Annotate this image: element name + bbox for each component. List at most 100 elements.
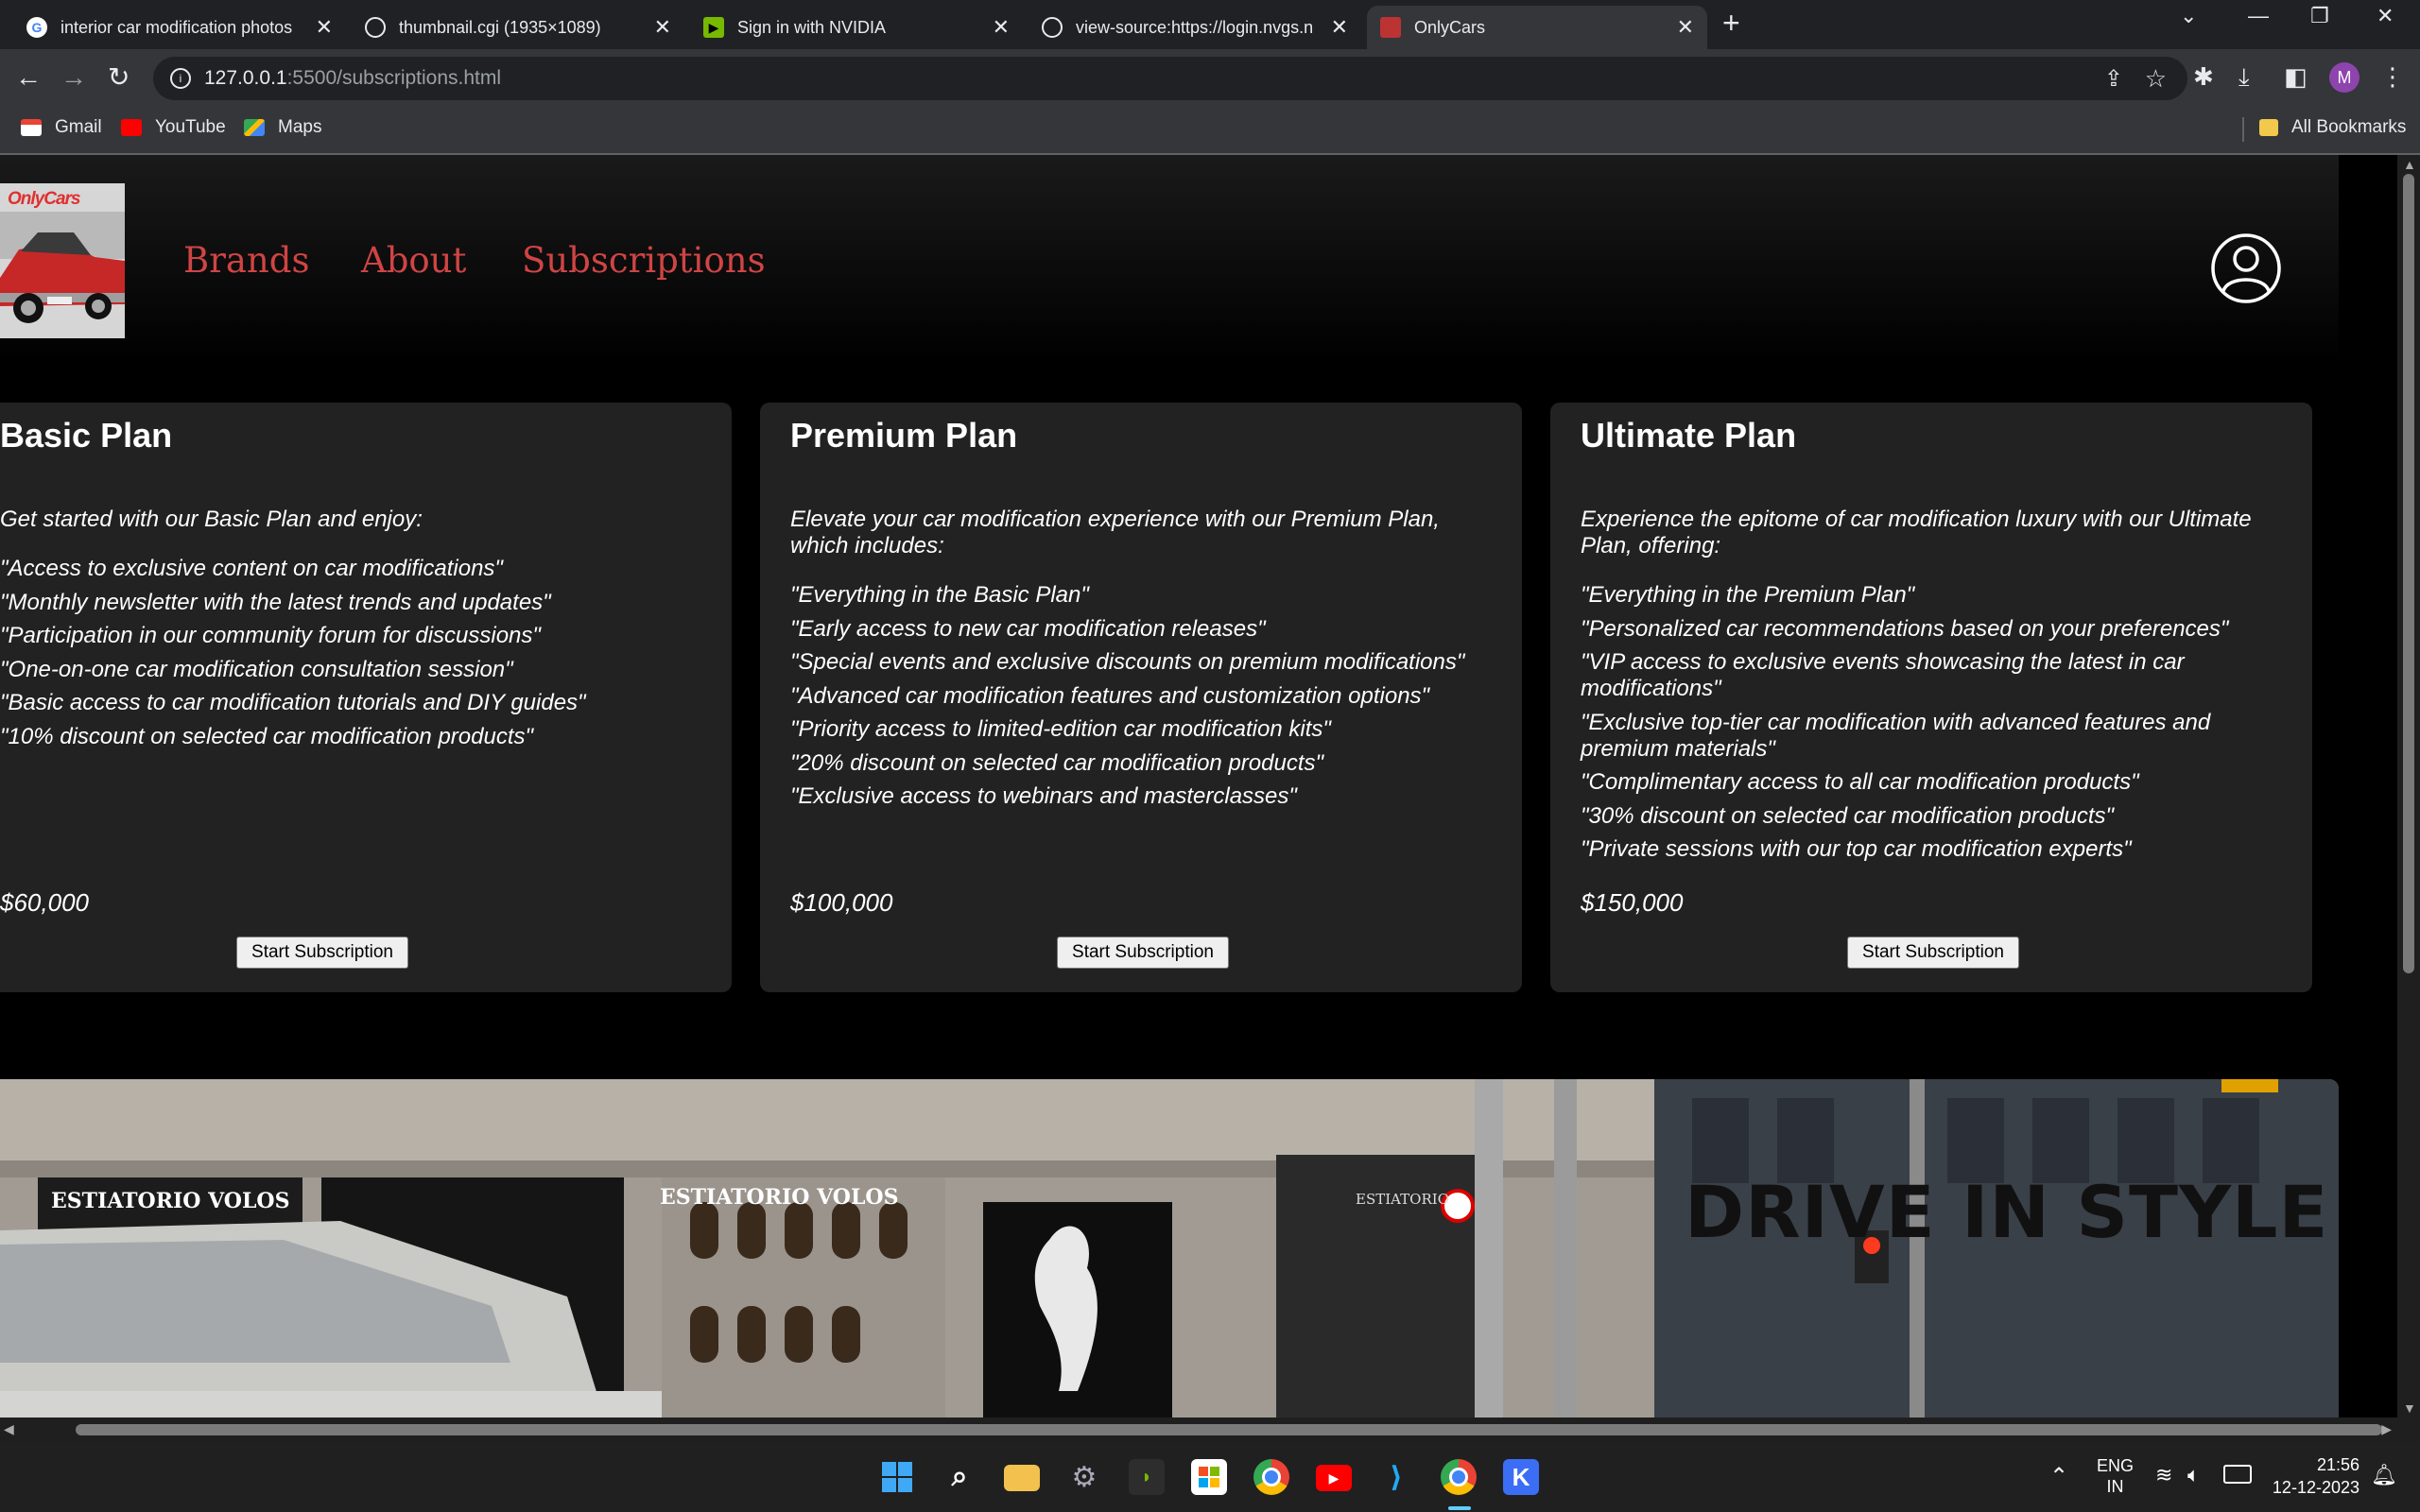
- plan-feature: "20% discount on selected car modificati…: [790, 749, 1324, 776]
- scroll-right-arrow-icon[interactable]: ▶: [2381, 1421, 2392, 1437]
- plan-features: "Everything in the Basic Plan" "Early ac…: [790, 582, 1509, 817]
- reload-button[interactable]: ↻: [108, 59, 130, 96]
- plan-feature: "Access to exclusive content on car modi…: [0, 556, 503, 581]
- extensions-icon[interactable]: ✱: [2193, 62, 2214, 91]
- plan-title: Premium Plan: [790, 416, 1018, 455]
- start-subscription-button[interactable]: Start Subscription: [236, 936, 408, 969]
- tab-thumbnail[interactable]: thumbnail.cgi (1935×1089) ✕: [352, 6, 684, 49]
- scrollbar-thumb[interactable]: [76, 1424, 2382, 1435]
- address-bar[interactable]: i 127.0.0.1:5500/subscriptions.html ⇪ ☆: [153, 57, 2187, 100]
- start-icon[interactable]: [879, 1459, 915, 1495]
- vertical-scrollbar[interactable]: ▲ ▼: [2397, 155, 2420, 1418]
- plan-feature: "Advanced car modification features and …: [790, 682, 1430, 709]
- plan-price: $100,000: [790, 888, 893, 917]
- site-info-icon[interactable]: i: [170, 68, 191, 89]
- close-window-button[interactable]: ✕: [2377, 4, 2394, 28]
- scrollbar-thumb[interactable]: [2403, 174, 2414, 973]
- menu-icon[interactable]: ⋮: [2380, 62, 2405, 91]
- wifi-icon[interactable]: ≋: [2155, 1463, 2172, 1487]
- tab-nvidia[interactable]: ▶ Sign in with NVIDIA ✕: [690, 6, 1023, 49]
- profile-avatar[interactable]: M: [2329, 62, 2360, 93]
- horizontal-scrollbar[interactable]: ◀ ▶: [0, 1418, 2420, 1442]
- plan-feature: "Private sessions with our top car modif…: [1581, 836, 2132, 862]
- k-app-icon[interactable]: K: [1503, 1459, 1539, 1495]
- minimize-button[interactable]: —: [2248, 4, 2269, 28]
- chrome-profile-icon[interactable]: [1441, 1459, 1477, 1495]
- globe-icon: [1042, 17, 1063, 38]
- plan-feature: "Complimentary access to all car modific…: [1581, 769, 2139, 795]
- nav-subscriptions[interactable]: Subscriptions: [522, 240, 766, 281]
- close-tab-icon[interactable]: ✕: [316, 15, 333, 40]
- all-bookmarks-label: All Bookmarks: [2291, 117, 2407, 137]
- scroll-up-arrow-icon[interactable]: ▲: [2403, 157, 2416, 172]
- language-indicator[interactable]: ENG IN: [2097, 1455, 2134, 1497]
- tab-onlycars[interactable]: OnlyCars ✕: [1367, 6, 1707, 49]
- nav-about[interactable]: About: [361, 240, 466, 281]
- tab-strip: G interior car modification photos ✕ thu…: [0, 0, 2420, 49]
- globe-icon: [365, 17, 386, 38]
- new-tab-button[interactable]: +: [1722, 6, 1740, 40]
- nvidia-icon: ▶: [703, 17, 724, 38]
- plan-card-basic: Basic Plan Get started with our Basic Pl…: [0, 403, 732, 992]
- bookmark-gmail[interactable]: Gmail: [21, 117, 102, 138]
- tab-view-source[interactable]: view-source:https://login.nvgs.n ✕: [1028, 6, 1361, 49]
- plan-feature: "Special events and exclusive discounts …: [790, 649, 1465, 675]
- clock[interactable]: 21:56 12-12-2023: [2269, 1453, 2360, 1499]
- close-tab-icon[interactable]: ✕: [993, 15, 1010, 40]
- tray-chevron-icon[interactable]: ⌃: [2049, 1463, 2068, 1490]
- tab-title: Sign in with NVIDIA: [737, 17, 887, 37]
- active-app-indicator: [1448, 1506, 1471, 1510]
- all-bookmarks[interactable]: All Bookmarks: [2259, 117, 2406, 138]
- bookmark-maps[interactable]: Maps: [244, 117, 321, 138]
- bookmark-star-icon[interactable]: ☆: [2145, 64, 2167, 94]
- plan-feature: "10% discount on selected car modificati…: [0, 723, 534, 749]
- maps-icon: [244, 119, 265, 136]
- tab-google-search[interactable]: G interior car modification photos ✕: [13, 6, 346, 49]
- file-explorer-icon[interactable]: [1004, 1465, 1040, 1491]
- settings-icon[interactable]: ⚙: [1066, 1459, 1102, 1495]
- nvidia-app-icon[interactable]: ◗: [1129, 1459, 1165, 1495]
- tab-search-chevron-icon[interactable]: ⌄: [2180, 4, 2197, 28]
- battery-icon[interactable]: [2223, 1465, 2252, 1484]
- nav-brands[interactable]: Brands: [183, 240, 309, 281]
- scroll-down-arrow-icon[interactable]: ▼: [2403, 1400, 2416, 1416]
- downloads-icon[interactable]: ⤓: [2238, 62, 2250, 91]
- restaurant-sign: ESTIATORIO VOLOS: [51, 1189, 290, 1213]
- notification-bell-icon[interactable]: 🔔︎: [2371, 1463, 2397, 1487]
- plan-price: $150,000: [1581, 888, 1684, 917]
- bookmark-youtube[interactable]: YouTube: [121, 117, 226, 138]
- logo-text: OnlyCars: [8, 189, 80, 209]
- bookmark-label: Maps: [278, 117, 322, 137]
- plan-feature: "Participation in our community forum fo…: [0, 623, 541, 648]
- forward-button[interactable]: →: [60, 59, 87, 96]
- restaurant-sign: ESTIATORIO VOLOS: [660, 1185, 899, 1210]
- plan-intro: Get started with our Basic Plan and enjo…: [0, 507, 423, 532]
- tab-title: interior car modification photos: [60, 17, 293, 37]
- side-panel-icon[interactable]: ◧: [2284, 62, 2308, 91]
- google-icon: G: [26, 17, 47, 38]
- start-subscription-button[interactable]: Start Subscription: [1057, 936, 1229, 969]
- scroll-left-arrow-icon[interactable]: ◀: [4, 1421, 14, 1437]
- microsoft-store-icon[interactable]: [1191, 1459, 1227, 1495]
- youtube-app-icon[interactable]: ▶: [1316, 1465, 1352, 1491]
- plan-feature: "VIP access to exclusive events showcasi…: [1581, 649, 2185, 701]
- close-tab-icon[interactable]: ✕: [1677, 15, 1694, 40]
- close-tab-icon[interactable]: ✕: [1331, 15, 1348, 40]
- share-icon[interactable]: ⇪: [2104, 65, 2123, 93]
- user-profile-icon[interactable]: [2210, 232, 2282, 304]
- bookmark-label: Gmail: [55, 117, 102, 137]
- plan-card-ultimate: Ultimate Plan Experience the epitome of …: [1550, 403, 2312, 992]
- restore-button[interactable]: ❐: [2310, 4, 2329, 28]
- site-logo[interactable]: OnlyCars: [0, 183, 125, 338]
- back-button[interactable]: ←: [15, 59, 42, 96]
- url-path: :5500/subscriptions.html: [286, 67, 502, 89]
- chrome-icon[interactable]: [1253, 1459, 1289, 1495]
- search-icon[interactable]: ⌕: [942, 1459, 977, 1495]
- start-subscription-button[interactable]: Start Subscription: [1847, 936, 2019, 969]
- plan-feature: "Monthly newsletter with the latest tren…: [0, 589, 551, 615]
- close-tab-icon[interactable]: ✕: [654, 15, 671, 40]
- vscode-icon[interactable]: ⟩: [1378, 1459, 1414, 1495]
- clock-date: 12-12-2023: [2272, 1478, 2360, 1497]
- volume-icon[interactable]: 🔈︎: [2187, 1463, 2200, 1487]
- page-viewport: OnlyCars Brands About Subscriptions Basi…: [0, 155, 2397, 1418]
